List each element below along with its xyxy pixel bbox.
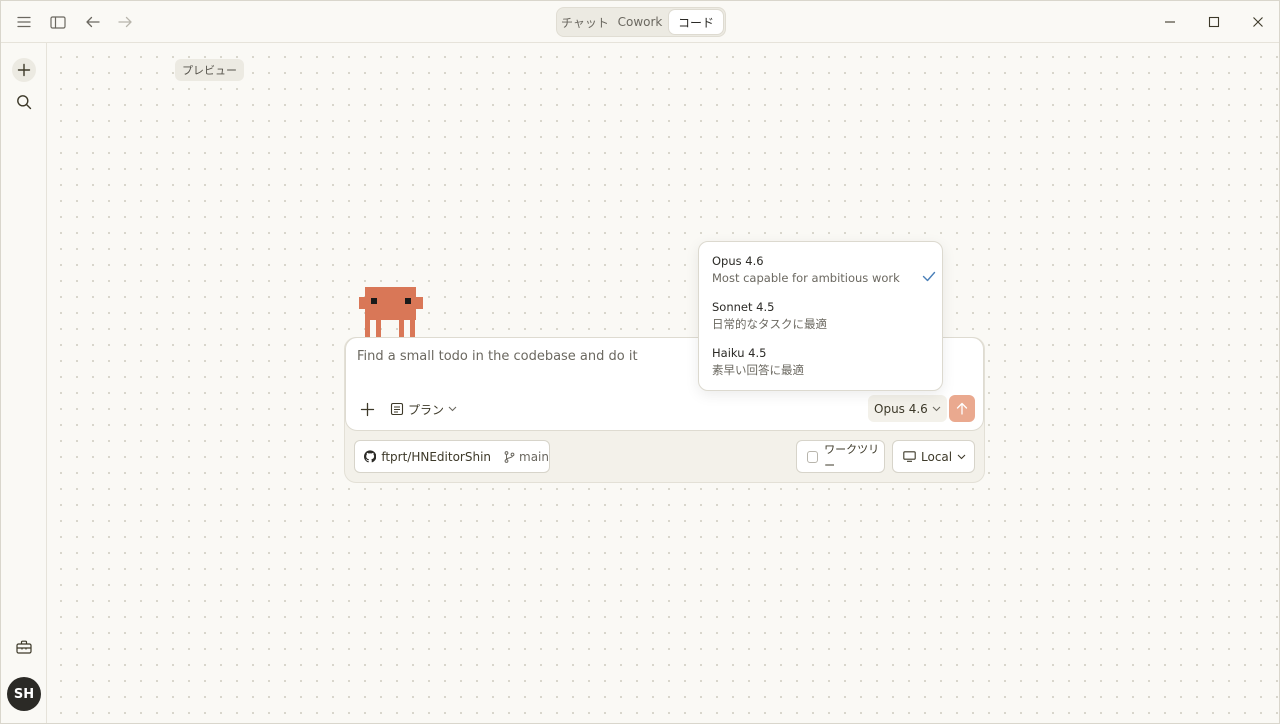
model-option-description: Most capable for ambitious work (712, 271, 900, 285)
model-option-name: Sonnet 4.5 (712, 300, 775, 314)
worktree-toggle[interactable]: ワークツリー (796, 440, 885, 473)
mode-switcher: チャット Cowork コード (556, 7, 726, 37)
branch-name: main (519, 449, 549, 464)
model-selector-button[interactable]: Opus 4.6 (868, 395, 947, 422)
sidebar: SH (1, 43, 47, 723)
plan-icon (390, 402, 404, 416)
model-option-sonnet[interactable]: Sonnet 4.5 日常的なタスクに最適 (712, 299, 932, 339)
maximize-icon[interactable] (1203, 11, 1225, 33)
model-option-name: Opus 4.6 (712, 254, 764, 268)
menu-icon[interactable] (12, 10, 36, 34)
chevron-down-icon (957, 454, 966, 459)
sidebar-toggle-icon[interactable] (46, 10, 70, 34)
repository-selector-button[interactable]: ftprt/HNEditorShin main (354, 440, 550, 473)
model-menu: Opus 4.6 Most capable for ambitious work… (698, 241, 943, 391)
environment-selector-button[interactable]: Local (892, 440, 975, 473)
title-bar: チャット Cowork コード (1, 1, 1279, 43)
branch-indicator: main (504, 450, 549, 464)
toolbox-icon[interactable] (12, 635, 36, 659)
worktree-label: ワークツリー (824, 442, 880, 472)
repo-name: ftprt/HNEditorShin (381, 449, 492, 464)
prompt-input[interactable]: Find a small todo in the codebase and do… (357, 349, 638, 364)
monitor-icon (903, 451, 916, 462)
git-branch-icon (504, 450, 515, 463)
model-label: Opus 4.6 (874, 401, 928, 416)
send-button[interactable] (949, 395, 975, 422)
new-session-plus-icon[interactable] (12, 58, 36, 82)
model-option-description: 日常的なタスクに最適 (712, 317, 827, 331)
add-attachment-button[interactable] (356, 398, 378, 420)
checkmark-icon (922, 271, 936, 282)
search-icon[interactable] (12, 90, 36, 114)
arrow-up-icon (956, 402, 968, 415)
plan-label: プラン (408, 402, 445, 417)
close-icon[interactable] (1247, 11, 1269, 33)
plan-mode-button[interactable]: プラン (390, 399, 457, 419)
environment-label: Local (921, 449, 953, 464)
worktree-checkbox[interactable] (807, 450, 819, 463)
app-window: チャット Cowork コード SH プレビュー Find a small to… (0, 0, 1280, 724)
chevron-down-icon (448, 406, 457, 412)
mascot-icon (359, 287, 423, 337)
chevron-down-icon (932, 406, 941, 411)
tab-cowork[interactable]: Cowork (611, 10, 669, 34)
model-option-opus[interactable]: Opus 4.6 Most capable for ambitious work (712, 253, 936, 293)
tab-chat[interactable]: チャット (559, 10, 611, 34)
plus-icon (360, 402, 374, 416)
minimize-icon[interactable] (1159, 11, 1181, 33)
avatar[interactable]: SH (7, 677, 41, 711)
model-option-description: 素早い回答に最適 (712, 363, 804, 377)
preview-chip[interactable]: プレビュー (175, 59, 244, 81)
model-option-haiku[interactable]: Haiku 4.5 素早い回答に最適 (712, 345, 932, 385)
github-icon (364, 450, 377, 463)
forward-arrow-icon[interactable] (113, 10, 137, 34)
model-option-name: Haiku 4.5 (712, 346, 767, 360)
back-arrow-icon[interactable] (80, 10, 104, 34)
tab-code[interactable]: コード (669, 10, 723, 34)
